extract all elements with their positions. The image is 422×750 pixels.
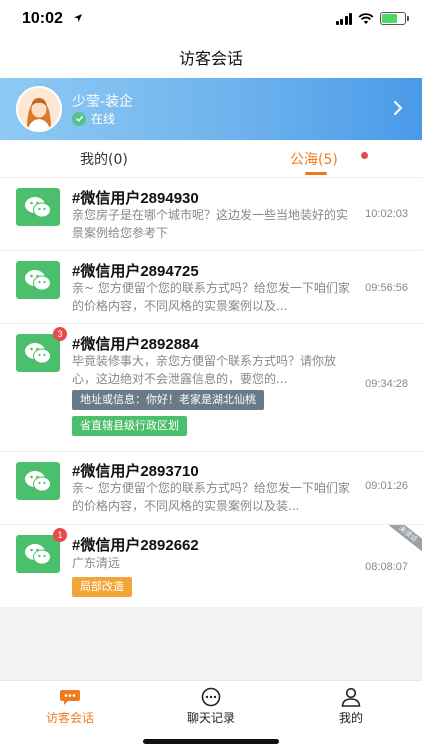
chat-dots-icon (201, 687, 221, 707)
wechat-icon (16, 535, 60, 573)
nav-bar: 访客会话 (0, 40, 422, 78)
conversation-message: 亲您房子是在哪个城市呢？这边发一些当地装好的实景案例给您参考下 (72, 208, 349, 240)
status-time: 10:02 (22, 10, 63, 27)
tabbar-label: 聊天记录 (186, 711, 235, 725)
active-tab-indicator (305, 172, 327, 175)
conversation-name: #微信用户2893710 (72, 463, 199, 480)
tag-address: 地址或信息：你好！老家是湖北仙桃 (72, 390, 264, 410)
status-icons (335, 12, 409, 25)
conversation-time: 08:08:07 (365, 561, 408, 573)
signal-icon (335, 12, 352, 25)
online-status: 在线 (72, 110, 115, 127)
tabbar-item-mine[interactable]: 我的 (306, 687, 396, 726)
check-icon (72, 111, 86, 126)
unread-dot (361, 152, 368, 159)
unread-count-badge: 3 (53, 327, 67, 341)
wechat-icon (16, 334, 60, 372)
conversation-time: 09:01:26 (365, 480, 408, 492)
person-icon (341, 687, 361, 707)
conversation-name: #微信用户2892884 (72, 336, 199, 353)
tabbar-label: 我的 (338, 711, 363, 725)
corner-status-label: 未读访 (382, 525, 422, 551)
avatar-illustration-icon (18, 88, 60, 130)
unread-count-badge: 1 (53, 528, 67, 542)
conversation-item[interactable]: #微信用户2894725 亲~ 您方便留个您的联系方式吗？给您发一下咱们家的价格… (0, 251, 422, 324)
status-bar: 10:02 (0, 0, 422, 40)
tab-mine[interactable]: 我的(0) (80, 149, 128, 169)
chat-bubble-icon (60, 690, 80, 705)
battery-icon (380, 12, 409, 25)
home-indicator[interactable] (143, 739, 279, 744)
conversation-message: 毕竟装修事大，亲您方便留个联系方式吗？请你放心，这边绝对不会泄露信息的，要您的.… (72, 354, 337, 386)
conversation-time: 10:02:03 (365, 208, 408, 220)
conversation-item[interactable]: #微信用户2894930 亲您房子是在哪个城市呢？这边发一些当地装好的实景案例给… (0, 178, 422, 251)
conversation-item[interactable]: #微信用户2893710 亲~ 您方便留个您的联系方式吗？给您发一下咱们家的价格… (0, 452, 422, 525)
conversation-message: 亲~ 您方便留个您的联系方式吗？给您发一下咱们家的价格内容，不同风格的实景案例以… (72, 281, 350, 313)
page-title: 访客会话 (178, 49, 243, 68)
avatar (16, 86, 62, 132)
chevron-right-icon (394, 101, 403, 115)
wechat-icon (16, 261, 60, 299)
tag-region: 省直辖县级行政区划 (72, 416, 187, 436)
corner-status-tag: 未读访 (378, 525, 422, 551)
tabbar-item-chat-history[interactable]: 聊天记录 (166, 687, 256, 726)
conversation-list: #微信用户2894930 亲您房子是在哪个城市呢？这边发一些当地装好的实景案例给… (0, 178, 422, 607)
tabbar-label: 访客会话 (45, 711, 94, 725)
tabbar-item-visitor-chat[interactable]: 访客会话 (25, 687, 115, 726)
conversation-message: 亲~ 您方便留个您的联系方式吗？给您发一下咱们家的价格内容，不同风格的实景案例以… (72, 481, 350, 513)
conversation-name: #微信用户2894725 (72, 263, 199, 280)
online-status-label: 在线 (91, 112, 116, 126)
conversation-time: 09:34:28 (365, 378, 408, 390)
conversation-item[interactable]: 3 #微信用户2892884 毕竟装修事大，亲您方便留个联系方式吗？请你放心，这… (0, 324, 422, 452)
tab-public-sea[interactable]: 公海(5) (290, 149, 338, 169)
conversation-name: #微信用户2892662 (72, 537, 199, 554)
tab-bar-top: 我的(0) 公海(5) (0, 140, 422, 178)
conversation-message: 广东清远 (72, 556, 121, 570)
conversation-item[interactable]: 1 #微信用户2892662 广东清远 08:08:07 局部改造 未读访 (0, 525, 422, 607)
wifi-icon (358, 12, 374, 24)
profile-banner[interactable]: 少莹-装企 在线 (0, 78, 422, 140)
profile-name: 少莹-装企 (72, 94, 134, 110)
conversation-time: 09:56:56 (365, 282, 408, 294)
wechat-icon (16, 462, 60, 500)
tag-renovation: 局部改造 (72, 577, 132, 597)
wechat-icon (16, 188, 60, 226)
location-arrow-icon (74, 14, 82, 22)
conversation-name: #微信用户2894930 (72, 190, 199, 207)
